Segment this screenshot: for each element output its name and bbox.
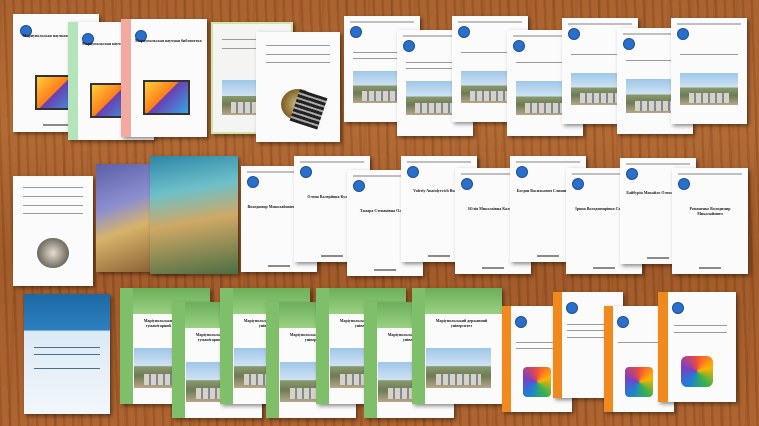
header-rule xyxy=(407,161,471,164)
doc-footer xyxy=(267,264,291,267)
computer-illustration xyxy=(625,367,653,398)
library-logo-icon xyxy=(403,39,416,52)
green-stripe xyxy=(364,302,377,418)
library-logo-icon xyxy=(677,27,690,40)
library-logo-icon xyxy=(247,175,260,188)
library-logo-icon xyxy=(672,301,685,314)
orange-stripe xyxy=(658,292,669,402)
library-logo-icon xyxy=(516,165,529,178)
library-logo-icon xyxy=(678,177,691,190)
orange-stripe xyxy=(502,306,512,412)
library-logo-icon xyxy=(300,165,313,178)
library-logo-icon xyxy=(565,301,578,314)
doc-biblio-7 xyxy=(671,18,747,124)
doc-green-7: Маріупольський державний університет xyxy=(412,288,502,404)
building-photo xyxy=(680,73,738,105)
text-line xyxy=(680,54,738,56)
library-logo-icon xyxy=(353,179,366,192)
library-logo-icon xyxy=(568,27,581,40)
pink-stripe xyxy=(121,19,132,137)
doc-footer xyxy=(373,268,397,271)
building xyxy=(524,102,566,113)
building xyxy=(688,93,730,103)
green-header xyxy=(412,288,502,314)
doc-footer xyxy=(481,266,505,269)
library-logo-icon xyxy=(514,315,527,328)
library-logo-icon xyxy=(350,25,363,38)
library-logo-icon xyxy=(513,39,526,52)
text-line xyxy=(266,54,330,55)
text-line xyxy=(34,346,100,348)
library-logo-icon xyxy=(626,167,639,180)
doc-footer xyxy=(43,124,69,127)
green-stripe xyxy=(316,288,329,404)
header-rule xyxy=(677,23,741,26)
cover-artwork xyxy=(150,156,238,274)
text-line xyxy=(34,354,100,355)
header-rule xyxy=(300,161,364,164)
green-stripe xyxy=(220,288,233,404)
text-line xyxy=(673,325,727,326)
header-rule xyxy=(678,173,742,176)
green-stripe xyxy=(172,302,185,418)
seal-icon xyxy=(37,237,69,269)
header-rule xyxy=(458,21,522,24)
header-rule xyxy=(350,21,414,24)
mint-stripe xyxy=(68,22,79,140)
header-rule xyxy=(568,23,632,26)
doc-orange-4 xyxy=(658,292,736,402)
library-logo-icon xyxy=(407,165,420,178)
text-line xyxy=(673,331,727,333)
library-logo-icon xyxy=(616,315,629,328)
hexagon-illustration xyxy=(681,355,713,387)
building xyxy=(579,93,621,103)
library-logo-icon xyxy=(458,25,471,38)
text-line xyxy=(266,61,330,63)
library-logo-icon xyxy=(572,177,585,190)
wooden-desk-background: Мариупольская научная библиотека Мариупо… xyxy=(0,0,759,426)
building-photo xyxy=(426,348,492,388)
orange-stripe xyxy=(553,292,563,398)
doc-monitor-3: Мариупольская научная библиотека xyxy=(121,19,207,137)
text-line xyxy=(34,368,100,370)
doc-footer xyxy=(646,256,670,259)
orange-stripe xyxy=(604,306,614,412)
green-stripe xyxy=(412,288,425,404)
building xyxy=(634,100,676,111)
green-stripe xyxy=(120,288,133,404)
doc-cover-teal xyxy=(150,156,238,274)
green-stripe xyxy=(266,302,279,418)
doc-person-9: Романенко Володимир Миколайович xyxy=(672,168,748,274)
doc-footer xyxy=(698,266,722,269)
doc-bluebook xyxy=(24,294,110,414)
text-line xyxy=(22,204,84,206)
text-line xyxy=(22,213,84,215)
doc-footer xyxy=(427,254,451,257)
text-line xyxy=(22,195,84,197)
text-line xyxy=(266,45,330,47)
cube-illustration xyxy=(523,367,551,398)
building xyxy=(436,373,482,386)
doc-title: Романенко Володимир Миколайович xyxy=(689,206,731,217)
doc-footer xyxy=(536,254,560,257)
library-logo-icon xyxy=(461,177,474,190)
library-logo-icon xyxy=(623,37,636,50)
header-rule xyxy=(626,163,690,166)
doc-title: Маріупольський державний університет xyxy=(435,318,488,329)
building xyxy=(469,91,511,101)
doc-footer xyxy=(592,266,616,269)
doc-title: Мариупольская научная библиотека xyxy=(134,37,202,43)
doc-footer xyxy=(320,254,344,257)
text-line xyxy=(22,187,84,188)
doc-seal xyxy=(13,176,93,286)
building xyxy=(414,102,456,113)
doc-medal xyxy=(256,32,340,142)
monitor-illustration xyxy=(142,80,190,116)
header-rule xyxy=(516,161,580,164)
